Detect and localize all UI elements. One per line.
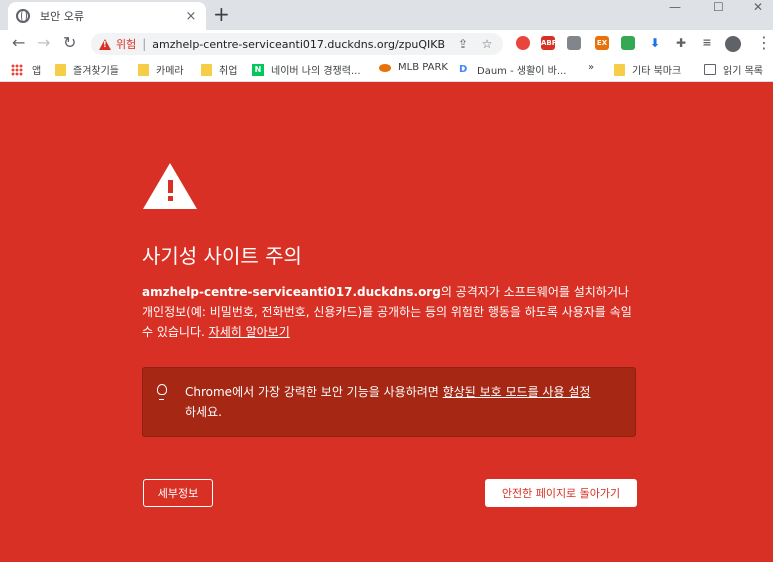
- apps-icon: [11, 63, 23, 76]
- bookmark-folder[interactable]: 즐겨찾기들: [55, 62, 119, 77]
- tab-strip: 보안 오류 × + — ☐ ✕: [0, 0, 773, 30]
- profile-avatar[interactable]: [725, 36, 741, 52]
- bookmark-other[interactable]: 기타 북마크: [614, 62, 681, 77]
- minimize-button[interactable]: —: [669, 0, 681, 14]
- folder-icon: [201, 63, 212, 76]
- bookmark-label: 즐겨찾기들: [73, 66, 119, 77]
- folder-icon: [55, 63, 66, 76]
- abp-icon[interactable]: ABP: [541, 36, 557, 50]
- url-text[interactable]: amzhelp-centre-serviceanti017.duckdns.or…: [152, 38, 455, 51]
- share-icon[interactable]: ⇪: [455, 37, 471, 51]
- warning-triangle-icon: [143, 163, 197, 209]
- learn-more-link[interactable]: 자세히 알아보기: [209, 325, 290, 339]
- back-to-safety-button[interactable]: 안전한 페이지로 돌아가기: [485, 479, 637, 507]
- bookmark-label: 읽기 목록: [723, 66, 763, 77]
- ext-icon[interactable]: EX: [595, 36, 609, 50]
- lastpass-icon[interactable]: [516, 36, 530, 50]
- mlbpark-icon: [379, 63, 391, 72]
- tab-title: 보안 오류: [40, 10, 84, 23]
- maximize-button[interactable]: ☐: [713, 0, 724, 14]
- globe-icon: [16, 9, 30, 23]
- bookmark-label: 카메라: [156, 66, 184, 77]
- browser-tab[interactable]: 보안 오류 ×: [8, 2, 206, 30]
- reading-list-icon: [704, 64, 716, 75]
- bookmark-apps[interactable]: 앱: [11, 62, 41, 77]
- menu-icon[interactable]: ⋮: [756, 34, 772, 52]
- enhanced-protection-tip: Chrome에서 가장 강력한 보안 기능을 사용하려면 향상된 보호 모드를 …: [142, 367, 636, 437]
- media-icon[interactable]: ≡: [700, 36, 714, 50]
- bookmark-label: 네이버 나의 경쟁력...: [271, 66, 361, 77]
- bookmark-daum[interactable]: D Daum - 생활이 바...: [459, 62, 567, 78]
- security-label[interactable]: 위험: [116, 36, 136, 52]
- folder-icon: [614, 63, 625, 76]
- bookmarks-bar: 앱 즐겨찾기들 카메라 취업 N 네이버 나의 경쟁력... MLB PARK …: [0, 57, 773, 82]
- tip-suffix: 하세요.: [185, 405, 222, 419]
- window-close-button[interactable]: ✕: [753, 0, 763, 14]
- bookmark-label: 기타 북마크: [632, 66, 682, 77]
- tab-close-icon[interactable]: ×: [184, 9, 198, 24]
- tip-prefix: Chrome에서 가장 강력한 보안 기능을 사용하려면: [185, 385, 439, 399]
- bookmark-label: MLB PARK: [398, 62, 448, 73]
- folder-icon: [138, 63, 149, 76]
- overflow-chevron-icon: »: [588, 62, 595, 73]
- warning-icon[interactable]: [99, 38, 111, 50]
- bookmark-reading-list[interactable]: 읽기 목록: [704, 62, 763, 77]
- back-button[interactable]: ←: [12, 34, 25, 52]
- site-name: amzhelp-centre-serviceanti017.duckdns.or…: [142, 285, 441, 299]
- separator: |: [142, 37, 147, 51]
- bookmark-overflow[interactable]: »: [588, 62, 594, 73]
- bookmark-folder[interactable]: 카메라: [138, 62, 184, 77]
- extension-icon[interactable]: [567, 36, 581, 50]
- bookmark-label: 앱: [32, 66, 42, 77]
- reload-button[interactable]: ↻: [63, 34, 76, 52]
- download-icon[interactable]: ⬇: [648, 36, 662, 50]
- page-title: 사기성 사이트 주의: [142, 244, 302, 268]
- daum-icon: D: [459, 63, 468, 75]
- screen-icon[interactable]: [621, 36, 635, 50]
- details-button[interactable]: 세부정보: [143, 479, 213, 507]
- bookmark-label: Daum - 생활이 바...: [477, 66, 567, 77]
- lightbulb-icon: [157, 384, 167, 400]
- forward-button[interactable]: →: [37, 34, 50, 52]
- security-interstitial: 사기성 사이트 주의 amzhelp-centre-serviceanti017…: [0, 83, 773, 562]
- address-bar[interactable]: 위험 | amzhelp-centre-serviceanti017.duckd…: [91, 33, 503, 55]
- new-tab-button[interactable]: +: [213, 4, 230, 24]
- puzzle-icon[interactable]: ✚: [674, 36, 688, 50]
- warning-description: amzhelp-centre-serviceanti017.duckdns.or…: [142, 282, 642, 342]
- star-icon[interactable]: ☆: [479, 37, 495, 51]
- enhanced-protection-link[interactable]: 향상된 보호 모드를 사용 설정: [443, 385, 591, 399]
- bookmark-naver[interactable]: N 네이버 나의 경쟁력...: [252, 62, 361, 77]
- tip-text: Chrome에서 가장 강력한 보안 기능을 사용하려면 향상된 보호 모드를 …: [185, 382, 625, 422]
- toolbar: ← → ↻ 위험 | amzhelp-centre-serviceanti017…: [0, 30, 773, 57]
- naver-icon: N: [252, 63, 264, 76]
- bookmark-folder[interactable]: 취업: [201, 62, 237, 77]
- bookmark-mlbpark[interactable]: MLB PARK: [379, 62, 448, 73]
- bookmark-label: 취업: [219, 66, 238, 77]
